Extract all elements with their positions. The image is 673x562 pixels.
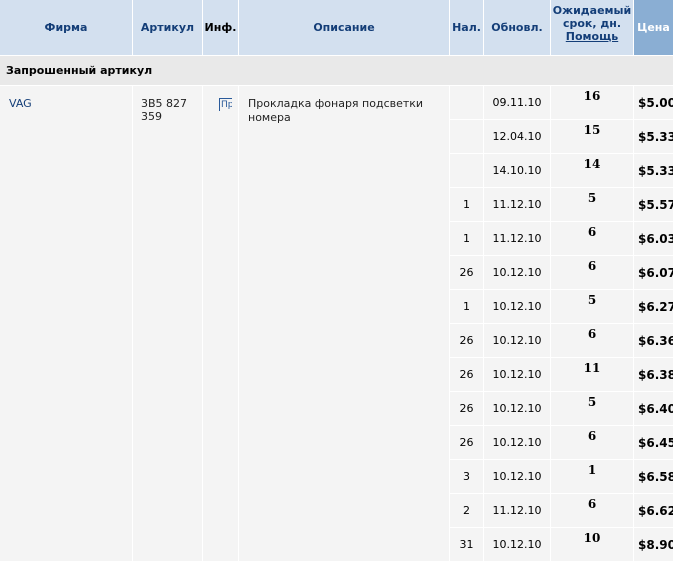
firm-cell: VAG [0, 86, 133, 562]
column-header-price[interactable]: Цена [634, 0, 673, 56]
column-header-updated[interactable]: Обновл. [484, 0, 551, 56]
eta-help-link[interactable]: Помощь [566, 30, 618, 43]
price-cell[interactable]: $6.03 [634, 222, 673, 256]
eta-cell: 10 [551, 528, 634, 562]
price-cell[interactable]: $6.07 [634, 256, 673, 290]
updated-cell: 14.10.10 [484, 154, 551, 188]
article-number: 3B5 827 359 [133, 86, 203, 562]
updated-cell: 11.12.10 [484, 494, 551, 528]
updated-cell: 10.12.10 [484, 290, 551, 324]
header-row: Фирма Артикул Инф. Описание Нал. Обновл.… [0, 0, 673, 56]
updated-cell: 10.12.10 [484, 460, 551, 494]
offers-table: Фирма Артикул Инф. Описание Нал. Обновл.… [0, 0, 673, 562]
price-cell[interactable]: $6.45 [634, 426, 673, 460]
eta-cell: 11 [551, 358, 634, 392]
updated-cell: 10.12.10 [484, 358, 551, 392]
price-cell[interactable]: $5.33 [634, 120, 673, 154]
qty-cell [450, 120, 484, 154]
eta-header-line2: срок, дн. [562, 17, 622, 30]
info-icon[interactable]: Пр [219, 97, 232, 111]
price-cell[interactable]: $6.62 [634, 494, 673, 528]
eta-cell: 16 [551, 86, 634, 120]
eta-cell: 6 [551, 324, 634, 358]
info-cell: Пр [203, 86, 239, 562]
updated-cell: 09.11.10 [484, 86, 551, 120]
column-header-article[interactable]: Артикул [133, 0, 203, 56]
price-cell[interactable]: $6.58 [634, 460, 673, 494]
qty-cell: 26 [450, 324, 484, 358]
eta-cell: 6 [551, 222, 634, 256]
price-cell[interactable]: $6.27 [634, 290, 673, 324]
qty-cell [450, 154, 484, 188]
qty-cell: 26 [450, 426, 484, 460]
price-cell[interactable]: $6.38 [634, 358, 673, 392]
description: Прокладка фонаря подсветки номера [239, 86, 450, 562]
qty-cell: 31 [450, 528, 484, 562]
updated-cell: 10.12.10 [484, 392, 551, 426]
eta-cell: 14 [551, 154, 634, 188]
price-cell[interactable]: $5.57 [634, 188, 673, 222]
qty-cell: 26 [450, 392, 484, 426]
updated-cell: 10.12.10 [484, 426, 551, 460]
eta-cell: 6 [551, 256, 634, 290]
eta-header-line1: Ожидаемый [552, 4, 632, 17]
section-row: Запрошенный артикул [0, 56, 673, 86]
updated-cell: 11.12.10 [484, 222, 551, 256]
eta-cell: 5 [551, 392, 634, 426]
eta-cell: 1 [551, 460, 634, 494]
price-cell[interactable]: $5.33 [634, 154, 673, 188]
firm-link[interactable]: VAG [9, 97, 32, 110]
eta-cell: 15 [551, 120, 634, 154]
eta-cell: 5 [551, 188, 634, 222]
qty-cell: 2 [450, 494, 484, 528]
column-header-qty[interactable]: Нал. [450, 0, 484, 56]
qty-cell: 1 [450, 222, 484, 256]
qty-cell: 26 [450, 256, 484, 290]
column-header-firm[interactable]: Фирма [0, 0, 133, 56]
eta-cell: 6 [551, 426, 634, 460]
eta-cell: 6 [551, 494, 634, 528]
updated-cell: 10.12.10 [484, 324, 551, 358]
updated-cell: 12.04.10 [484, 120, 551, 154]
table-row: VAG 3B5 827 359 Пр Прокладка фонаря подсвет… [0, 86, 673, 562]
column-header-info: Инф. [203, 0, 239, 56]
qty-cell: 1 [450, 290, 484, 324]
section-title: Запрошенный артикул [0, 56, 673, 86]
qty-cell: 26 [450, 358, 484, 392]
updated-cell: 10.12.10 [484, 256, 551, 290]
qty-cell [450, 86, 484, 120]
column-header-description[interactable]: Описание [239, 0, 450, 56]
updated-cell: 10.12.10 [484, 528, 551, 562]
price-cell[interactable]: $6.40 [634, 392, 673, 426]
price-cell[interactable]: $8.90 [634, 528, 673, 562]
column-header-eta[interactable]: Ожидаемый срок, дн. Помощь [551, 0, 634, 56]
qty-cell: 1 [450, 188, 484, 222]
eta-cell: 5 [551, 290, 634, 324]
qty-cell: 3 [450, 460, 484, 494]
updated-cell: 11.12.10 [484, 188, 551, 222]
price-cell[interactable]: $5.00 [634, 86, 673, 120]
price-cell[interactable]: $6.36 [634, 324, 673, 358]
